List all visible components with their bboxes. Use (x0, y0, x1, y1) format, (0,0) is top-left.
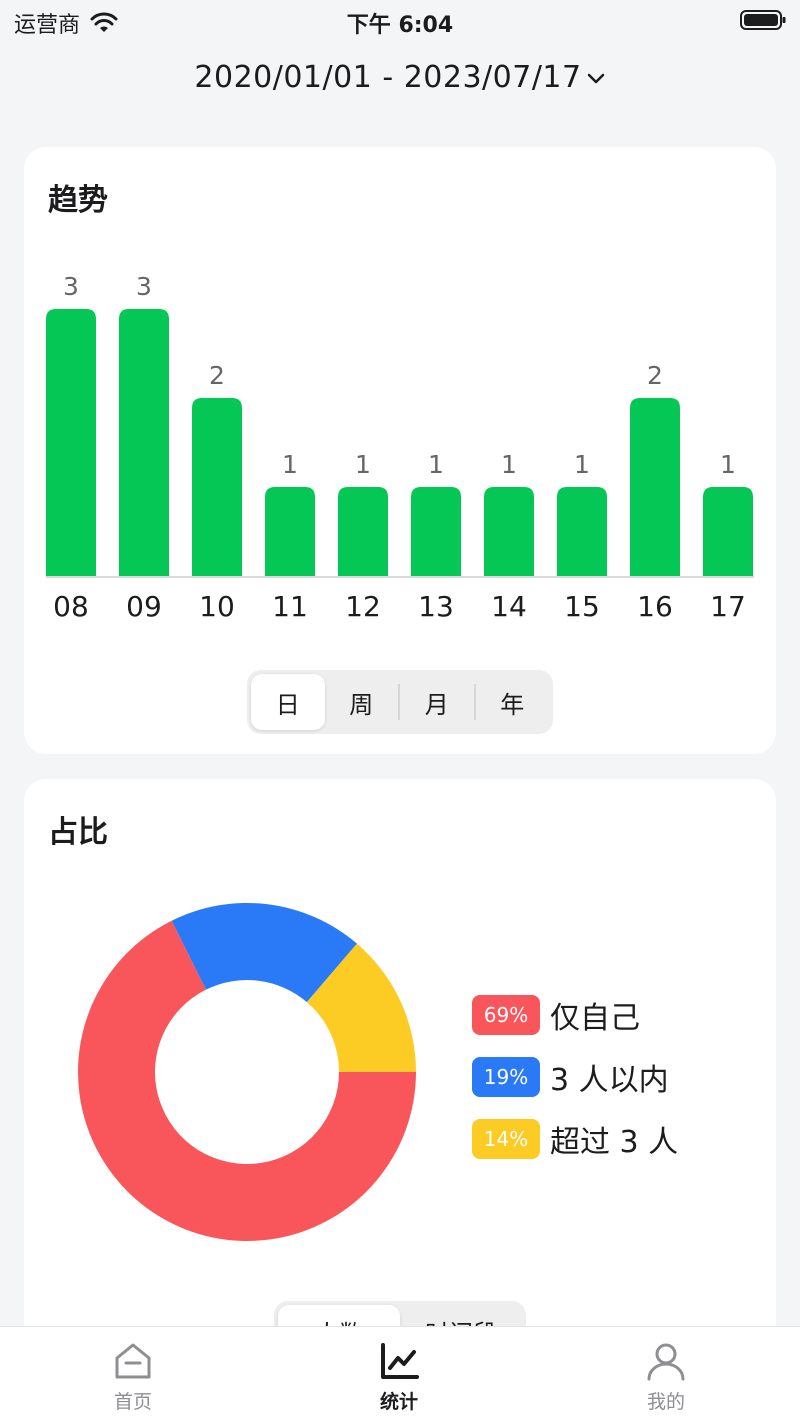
bar-value-label: 1 (355, 450, 371, 479)
trend-bar-chart: 308309210111112113114115216117 (46, 272, 754, 623)
x-tick-label: 17 (710, 590, 746, 623)
legend-percent: 19% (472, 1057, 540, 1097)
tab-stats[interactable]: 统计 (339, 1341, 459, 1414)
x-tick-label: 10 (199, 590, 235, 623)
bar-13 (411, 487, 461, 576)
period-segmented-control: 日 周 月 年 (247, 670, 553, 734)
period-year[interactable]: 年 (476, 674, 550, 730)
legend-item: 69% 仅自己 (472, 994, 678, 1036)
bar-09 (119, 309, 169, 576)
bar-value-label: 3 (63, 272, 79, 301)
ratio-legend: 69% 仅自己 19% 3 人以内 14% 超过 3 人 (472, 994, 678, 1180)
x-tick-label: 13 (418, 590, 454, 623)
person-icon (647, 1343, 685, 1381)
bar-15 (557, 487, 607, 576)
bar-value-label: 3 (136, 272, 152, 301)
x-tick-label: 14 (491, 590, 527, 623)
period-month[interactable]: 月 (400, 674, 474, 730)
bar-12 (338, 487, 388, 576)
bar-value-label: 1 (574, 450, 590, 479)
tab-home[interactable]: 首页 (73, 1341, 193, 1414)
tab-home-label: 首页 (113, 1391, 152, 1413)
period-day[interactable]: 日 (251, 674, 325, 730)
date-range-label: 2020/01/01 - 2023/07/17 (194, 60, 582, 95)
legend-label: 3 人以内 (550, 1063, 669, 1098)
tab-profile[interactable]: 我的 (606, 1341, 726, 1414)
bar-value-label: 2 (209, 361, 225, 390)
x-tick-label: 09 (126, 590, 162, 623)
bar-value-label: 2 (647, 361, 663, 390)
x-tick-label: 16 (637, 590, 673, 623)
legend-item: 19% 3 人以内 (472, 1056, 678, 1098)
x-tick-label: 08 (53, 590, 89, 623)
tab-bar: 首页 统计 我的 (0, 1326, 800, 1422)
trend-card: 趋势 3 08 3 09 2 10 1 11 1 12 1 13 1 14 1 15 2 16 1 17 日 周 月 … (24, 147, 776, 754)
bar-17 (703, 487, 753, 576)
bar-value-label: 1 (501, 450, 517, 479)
legend-label: 仅自己 (550, 1001, 640, 1036)
legend-label: 超过 3 人 (550, 1125, 679, 1160)
status-time: 下午 6:04 (346, 13, 454, 38)
legend-percent: 69% (472, 995, 540, 1035)
bar-08 (46, 309, 96, 576)
chart-icon (381, 1343, 419, 1379)
date-range-picker[interactable]: 2020/01/01 - 2023/07/17 (0, 60, 800, 95)
period-week[interactable]: 周 (325, 674, 399, 730)
ratio-card: 占比 69% 仅自己 19% 3 人以内 14% 超过 3 人 人数 时间段 (24, 779, 776, 1399)
bar-14 (484, 487, 534, 576)
legend-item: 14% 超过 3 人 (472, 1118, 678, 1160)
bar-value-label: 1 (720, 450, 736, 479)
bar-value-label: 1 (282, 450, 298, 479)
x-tick-label: 15 (564, 590, 600, 623)
legend-percent: 14% (472, 1119, 540, 1159)
ratio-donut-chart (77, 903, 416, 1241)
bar-value-label: 1 (428, 450, 444, 479)
tab-stats-label: 统计 (379, 1391, 418, 1413)
x-tick-label: 11 (272, 590, 308, 623)
x-tick-label: 12 (345, 590, 381, 623)
bar-16 (630, 398, 680, 576)
status-bar: 运营商 下午 6:04 (0, 0, 800, 44)
tab-profile-label: 我的 (646, 1391, 685, 1413)
home-icon (115, 1343, 151, 1379)
bar-10 (192, 398, 242, 576)
battery-icon (740, 10, 786, 30)
chevron-down-icon (587, 73, 604, 83)
bar-11 (265, 487, 315, 576)
ratio-title: 占比 (48, 815, 108, 850)
